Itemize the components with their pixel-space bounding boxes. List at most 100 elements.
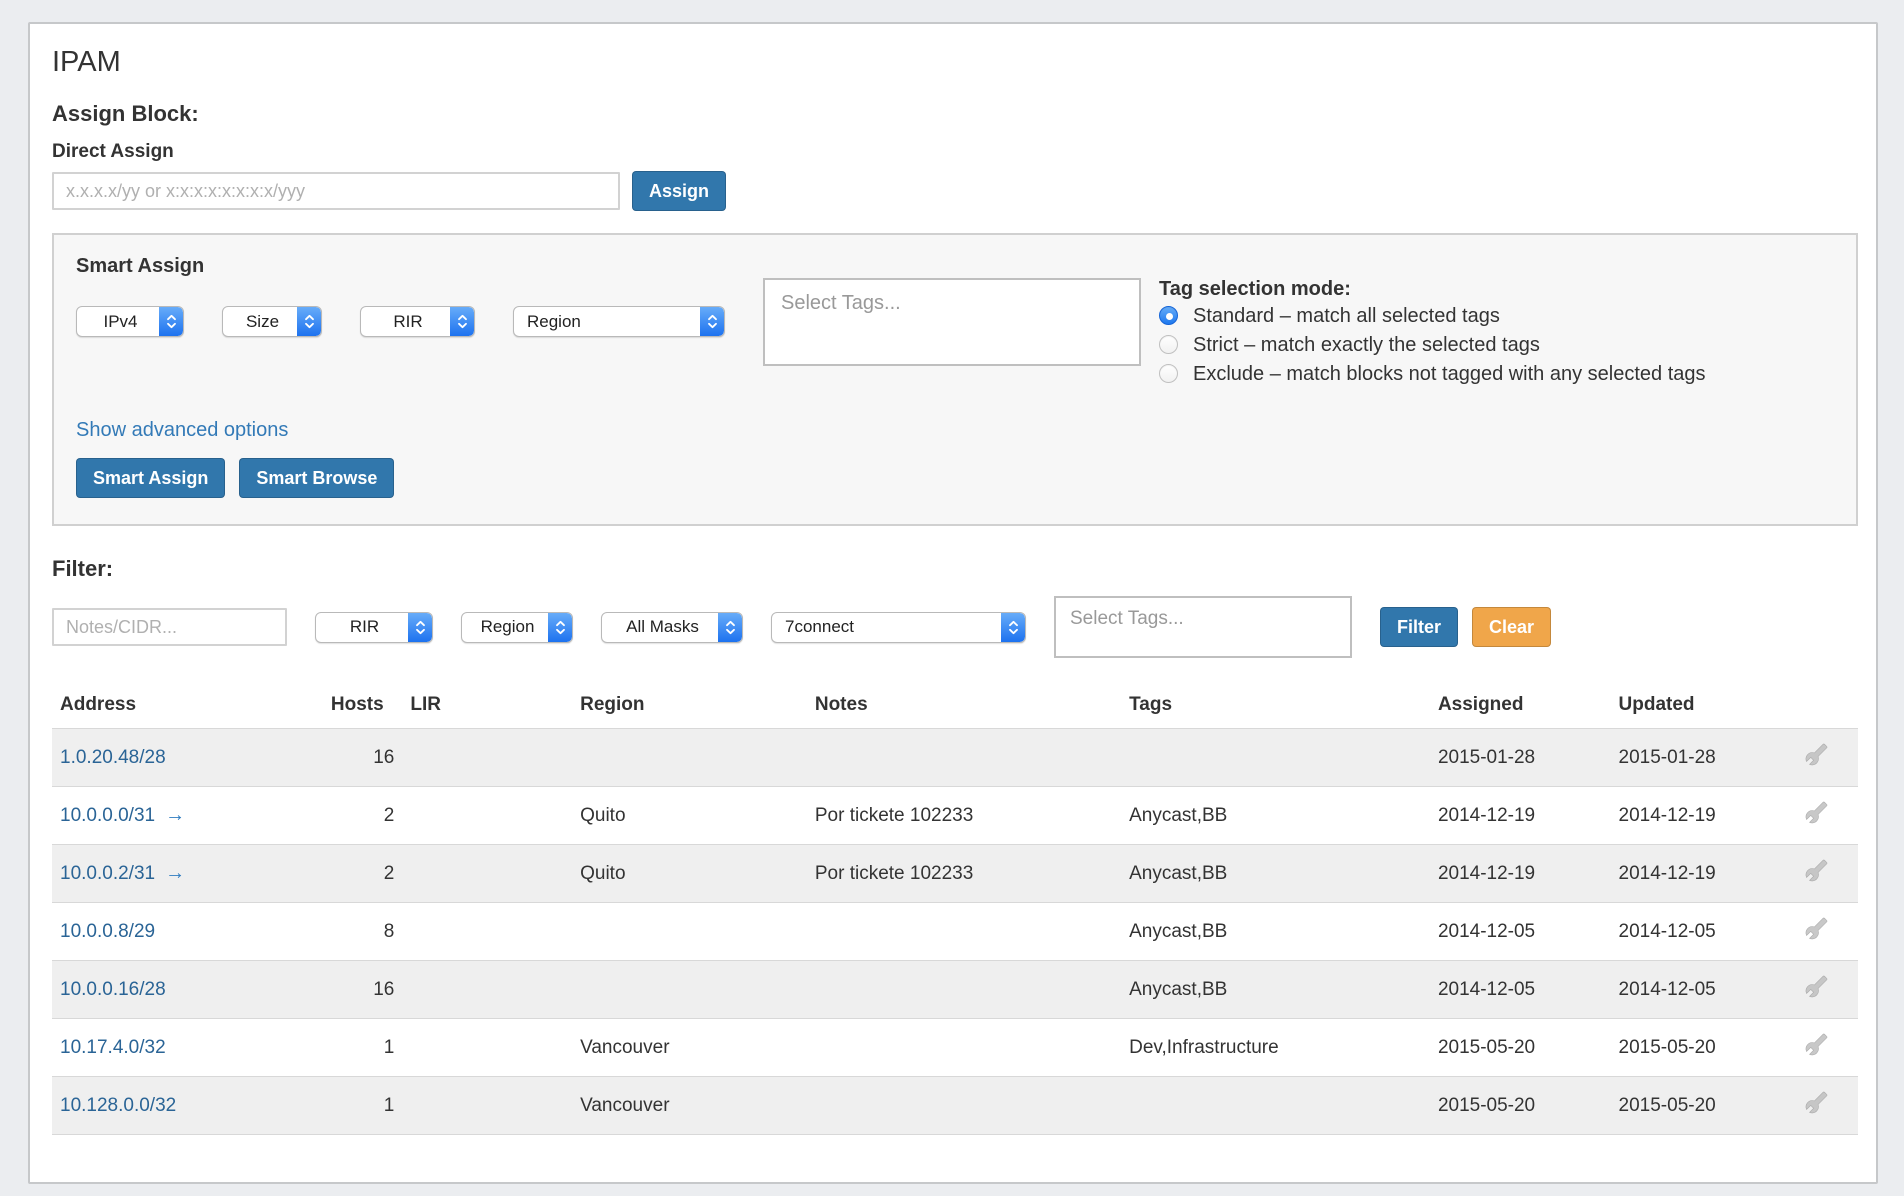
tag-mode-option-standard[interactable]: Standard – match all selected tags: [1159, 302, 1711, 331]
filter-rir-select[interactable]: RIR: [315, 612, 433, 643]
tag-mode-option-strict[interactable]: Strict – match exactly the selected tags: [1159, 331, 1711, 360]
address-link[interactable]: 10.17.4.0/32: [60, 1037, 166, 1058]
smart-afi-select-value: IPv4: [77, 312, 159, 332]
filter-button[interactable]: Filter: [1380, 607, 1458, 647]
actions-cell: [1775, 787, 1858, 845]
column-header-region: Region: [572, 688, 807, 729]
wrench-icon[interactable]: [1805, 743, 1828, 766]
region-cell: Quito: [572, 845, 807, 903]
filter-lir-select[interactable]: 7connect: [771, 612, 1026, 643]
address-link[interactable]: 10.0.0.0/31: [60, 805, 155, 826]
drill-down-arrow-icon[interactable]: →: [165, 804, 185, 826]
filter-notes-input[interactable]: [52, 608, 287, 646]
radio-strict[interactable]: [1159, 335, 1178, 354]
address-cell: 10.0.0.8/29: [52, 903, 323, 961]
lir-cell: [402, 961, 572, 1019]
lir-cell: [402, 729, 572, 787]
address-link[interactable]: 10.0.0.8/29: [60, 921, 155, 942]
table-header-row: Address Hosts LIR Region Notes Tags Assi…: [52, 688, 1858, 729]
notes-cell: [807, 1019, 1121, 1077]
hosts-cell: 2: [323, 845, 402, 903]
tags-cell: [1121, 729, 1430, 787]
table-row: 10.0.0.8/29 8 Anycast,BB 2014-12-05 2014…: [52, 903, 1858, 961]
show-advanced-options-link[interactable]: Show advanced options: [76, 419, 288, 442]
notes-cell: [807, 961, 1121, 1019]
smart-rir-select-value: RIR: [361, 312, 450, 332]
actions-cell: [1775, 1019, 1858, 1077]
filter-masks-select-value: All Masks: [602, 617, 718, 637]
smart-assign-button[interactable]: Smart Assign: [76, 458, 225, 498]
lir-cell: [402, 787, 572, 845]
page-title: IPAM: [52, 46, 1858, 79]
ipam-panel: IPAM Assign Block: Direct Assign Assign …: [28, 22, 1878, 1184]
tags-cell: [1121, 1077, 1430, 1135]
assign-button[interactable]: Assign: [632, 171, 726, 211]
table-row: 10.0.0.2/31→ 2 Quito Por tickete 102233 …: [52, 845, 1858, 903]
filter-masks-select[interactable]: All Masks: [601, 612, 743, 643]
wrench-icon[interactable]: [1805, 859, 1828, 882]
region-cell: [572, 961, 807, 1019]
filter-heading: Filter:: [52, 556, 1858, 582]
notes-cell: [807, 729, 1121, 787]
wrench-icon[interactable]: [1805, 1091, 1828, 1114]
assigned-cell: 2015-05-20: [1430, 1019, 1611, 1077]
wrench-icon[interactable]: [1805, 1033, 1828, 1056]
address-link[interactable]: 1.0.20.48/28: [60, 747, 166, 768]
wrench-icon[interactable]: [1805, 975, 1828, 998]
filter-rir-select-value: RIR: [316, 617, 408, 637]
updated-cell: 2015-05-20: [1611, 1019, 1775, 1077]
address-link[interactable]: 10.128.0.0/32: [60, 1095, 176, 1116]
clear-button[interactable]: Clear: [1472, 607, 1551, 647]
smart-assign-controls: IPv4 Size RIR: [76, 278, 1834, 389]
assigned-cell: 2015-05-20: [1430, 1077, 1611, 1135]
tag-mode-heading: Tag selection mode:: [1159, 276, 1711, 302]
smart-region-select[interactable]: Region: [513, 306, 725, 337]
hosts-cell: 8: [323, 903, 402, 961]
tag-selection-mode: Tag selection mode: Standard – match all…: [1159, 276, 1711, 389]
radio-exclude[interactable]: [1159, 364, 1178, 383]
tag-mode-option-label: Standard – match all selected tags: [1193, 305, 1500, 327]
smart-browse-button[interactable]: Smart Browse: [239, 458, 394, 498]
assigned-cell: 2015-01-28: [1430, 729, 1611, 787]
smart-region-select-value: Region: [514, 312, 700, 332]
address-cell: 10.0.0.0/31 →: [52, 787, 323, 845]
actions-cell: [1775, 845, 1858, 903]
column-header-tags: Tags: [1121, 688, 1430, 729]
address-link[interactable]: 10.0.0.16/28: [60, 979, 166, 1000]
hosts-cell: 16: [323, 961, 402, 1019]
tag-mode-option-exclude[interactable]: Exclude – match blocks not tagged with a…: [1159, 360, 1711, 389]
tags-cell: Anycast,BB: [1121, 961, 1430, 1019]
wrench-icon[interactable]: [1805, 801, 1828, 824]
direct-assign-input[interactable]: [52, 172, 620, 210]
updated-cell: 2014-12-19: [1611, 787, 1775, 845]
drill-down-arrow-icon[interactable]: →: [165, 862, 185, 884]
address-cell: 10.0.0.2/31 →: [52, 845, 323, 903]
select-caret-icon: [159, 307, 183, 336]
address-link[interactable]: 10.0.0.2/31: [60, 863, 155, 884]
wrench-icon[interactable]: [1805, 917, 1828, 940]
smart-rir-select[interactable]: RIR: [360, 306, 475, 337]
smart-size-select[interactable]: Size: [222, 306, 322, 337]
hosts-cell: 16: [323, 729, 402, 787]
column-header-actions: [1775, 688, 1858, 729]
smart-buttons-row: Smart Assign Smart Browse: [76, 458, 1834, 498]
direct-assign-label: Direct Assign: [52, 141, 1858, 163]
select-caret-icon: [408, 613, 432, 642]
column-header-lir: LIR: [402, 688, 572, 729]
filter-tags-input[interactable]: Select Tags...: [1054, 596, 1352, 658]
select-caret-icon: [1001, 613, 1025, 642]
hosts-cell: 2: [323, 787, 402, 845]
radio-standard[interactable]: [1159, 306, 1178, 325]
column-header-hosts: Hosts: [323, 688, 402, 729]
column-header-notes: Notes: [807, 688, 1121, 729]
actions-cell: [1775, 729, 1858, 787]
assigned-cell: 2014-12-05: [1430, 903, 1611, 961]
hosts-cell: 1: [323, 1077, 402, 1135]
smart-afi-select[interactable]: IPv4: [76, 306, 184, 337]
assign-block-heading: Assign Block:: [52, 101, 1858, 127]
filter-region-select[interactable]: Region: [461, 612, 573, 643]
smart-assign-heading: Smart Assign: [76, 255, 1834, 278]
assigned-cell: 2014-12-19: [1430, 787, 1611, 845]
smart-tags-input[interactable]: Select Tags...: [763, 278, 1141, 366]
smart-size-select-value: Size: [223, 312, 297, 332]
